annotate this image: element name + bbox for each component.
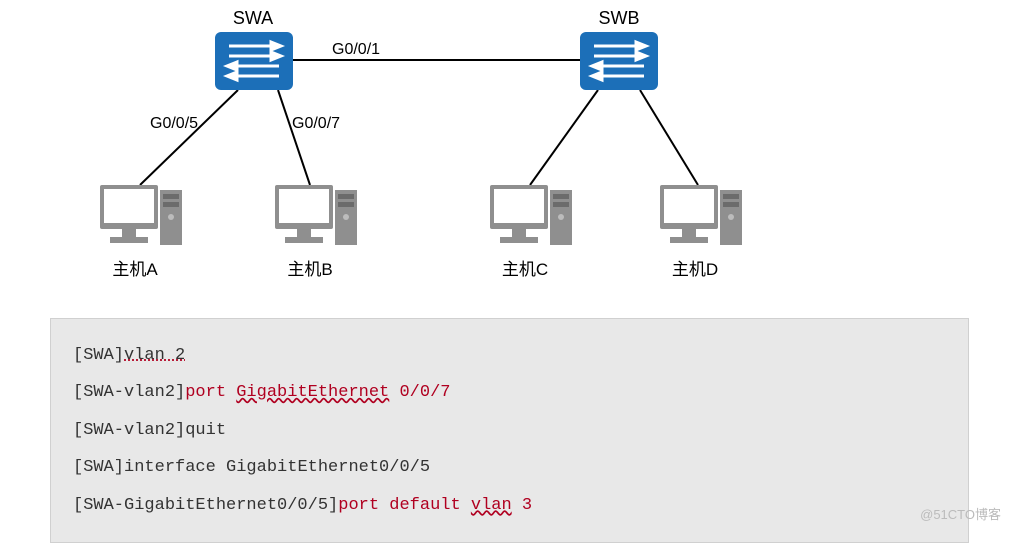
port-label-g001: G0/0/1 [332,41,380,58]
switch-SWB-label: SWB [598,8,639,28]
cli-block: [SWA]vlan 2 [SWA-vlan2]port GigabitEther… [50,318,969,543]
host-B [275,185,357,245]
host-B-label: 主机B [287,260,332,279]
host-C-label: 主机C [502,260,548,279]
watermark: @51CTO博客 [920,504,1001,523]
cli-line-3: [SWA-vlan2]quit [73,412,946,449]
cli-line-5: [SWA-GigabitEthernet0/0/5]port default v… [73,487,946,524]
host-C [490,185,572,245]
port-label-g007: G0/0/7 [292,115,340,132]
switch-SWA-label: SWA [233,8,273,28]
switch-SWA [215,32,293,90]
host-A [100,185,182,245]
host-A-label: 主机A [112,260,158,279]
cli-line-2: [SWA-vlan2]port GigabitEthernet 0/0/7 [73,374,946,411]
switch-SWB [580,32,658,90]
host-D-label: 主机D [672,260,718,279]
topology-diagram: SWA SWB G0/0/1 G0/0/5 G0/0/7 主机A 主机B 主机C… [0,0,1019,300]
cli-line-4: [SWA]interface GigabitEthernet0/0/5 [73,449,946,486]
port-label-g005: G0/0/5 [150,115,198,132]
host-D [660,185,742,245]
cli-line-1: [SWA]vlan 2 [73,337,946,374]
